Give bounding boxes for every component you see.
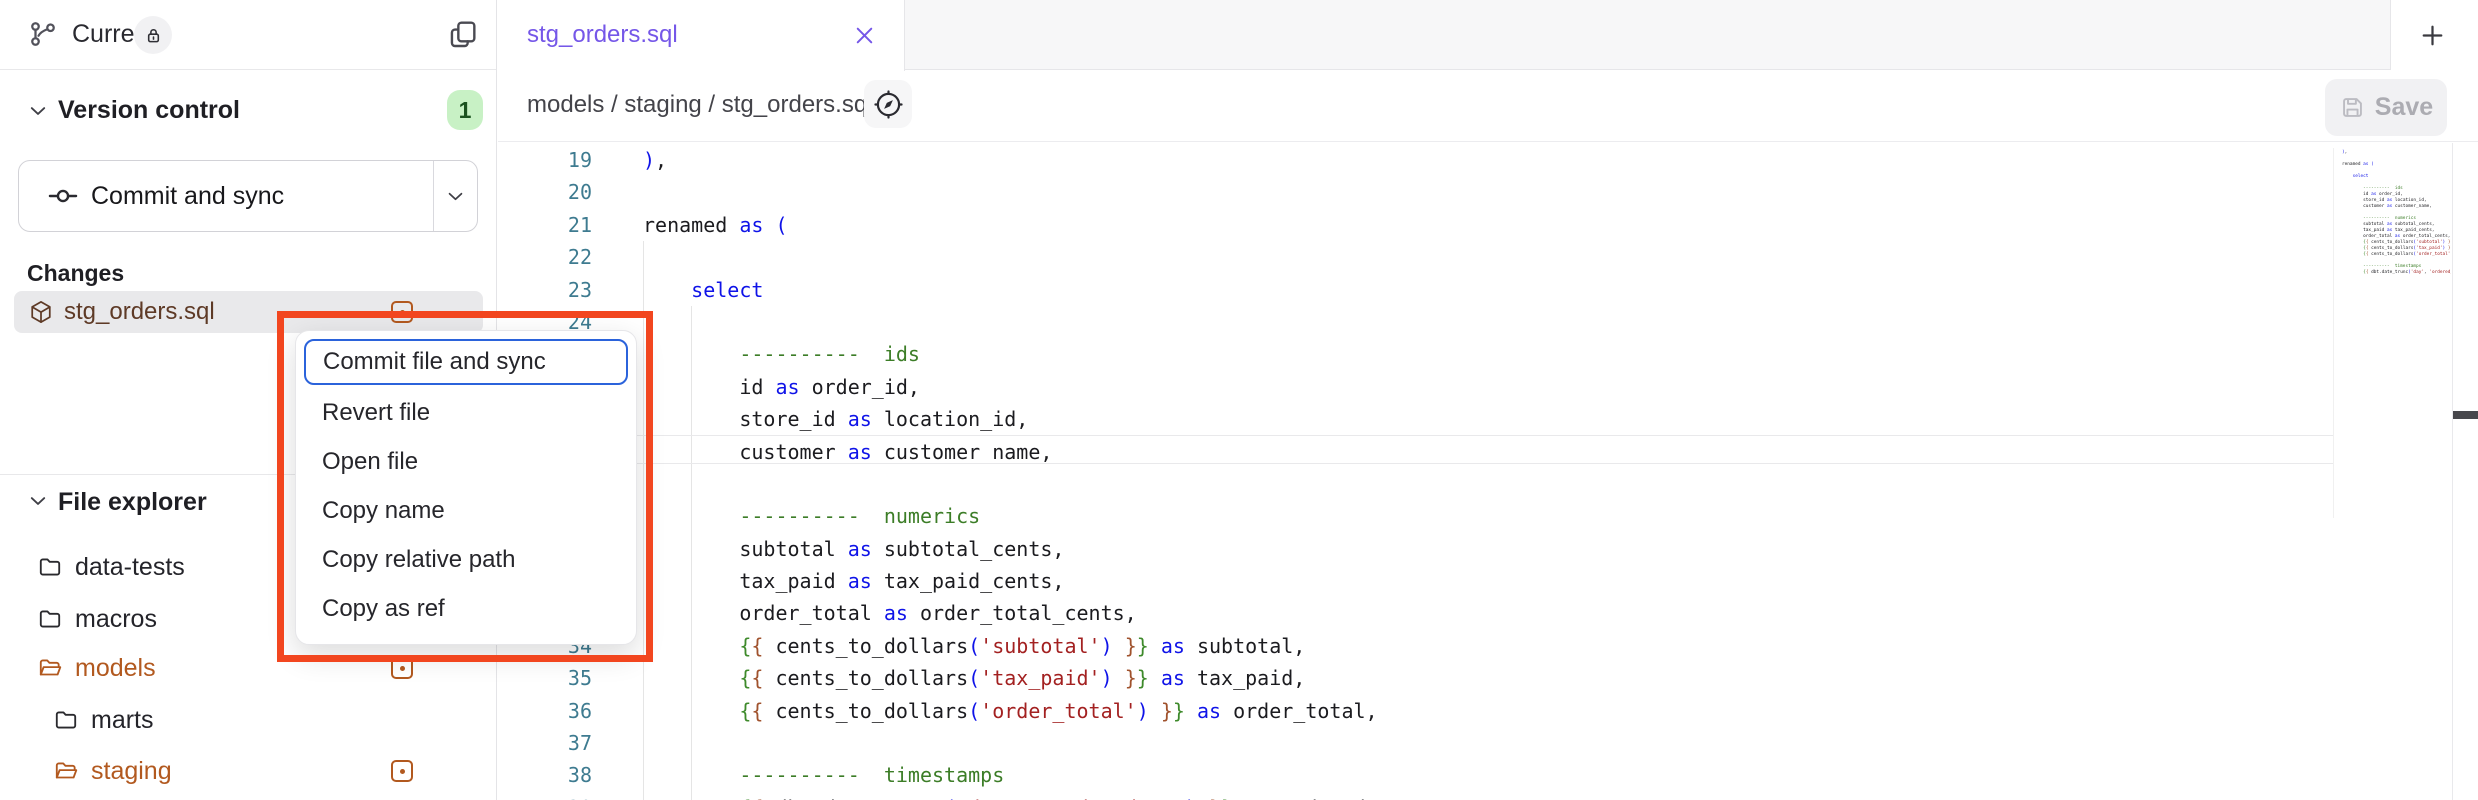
code-line-27: 27 store_id as location_id, (498, 403, 2478, 435)
save-button[interactable]: Save (2325, 79, 2447, 136)
file-explorer-chevron-icon[interactable] (28, 491, 48, 511)
modified-indicator-badge (391, 657, 413, 679)
tab-stg-orders[interactable]: stg_orders.sql (498, 0, 905, 71)
folder-closed-icon (37, 606, 63, 632)
commit-button-label: Commit and sync (91, 182, 284, 211)
code-line-25: 25 ---------- ids (498, 338, 2478, 370)
menu-item-copy-relative-path[interactable]: Copy relative path (296, 535, 636, 584)
menu-item-commit-file-and-sync[interactable]: Commit file and sync (304, 339, 628, 385)
file-explorer-title[interactable]: File explorer (58, 488, 207, 517)
read-only-lock-badge (134, 16, 172, 54)
code-line-22: 22 (498, 241, 2478, 273)
folder-closed-icon (53, 707, 79, 733)
code-line-30: 30 ---------- numerics (498, 500, 2478, 532)
git-commit-icon (47, 180, 79, 212)
menu-item-open-file[interactable]: Open file (296, 437, 636, 486)
branch-header: Current (0, 0, 496, 70)
line-number: 22 (498, 241, 592, 273)
code-line-21: 21renamed as ( (498, 209, 2478, 241)
code-line-34: 34 {{ cents_to_dollars('subtotal') }} as… (498, 630, 2478, 662)
code-line-38: 38 ---------- timestamps (498, 759, 2478, 791)
version-control-title[interactable]: Version control (58, 96, 240, 125)
changed-file-row[interactable]: stg_orders.sql (14, 291, 483, 333)
changed-file-name: stg_orders.sql (64, 298, 215, 326)
overview-ruler (2452, 143, 2478, 800)
explorer-item-label: models (75, 654, 156, 683)
code-editor-surface[interactable]: 19),20 21renamed as (22 23 select24 25 -… (498, 143, 2478, 800)
code-line-26: 26 id as order_id, (498, 371, 2478, 403)
new-tab-button[interactable] (2419, 22, 2446, 49)
menu-item-copy-as-ref[interactable]: Copy as ref (296, 584, 636, 633)
lineage-compass-button[interactable] (864, 80, 912, 128)
line-number: 36 (498, 695, 592, 727)
code-line-37: 37 (498, 727, 2478, 759)
save-button-label: Save (2375, 93, 2433, 122)
line-number: 23 (498, 274, 592, 306)
tab-close-icon[interactable] (852, 23, 877, 48)
explorer-item-models[interactable]: models (0, 646, 496, 690)
line-number: 19 (498, 144, 592, 176)
explorer-item-label: marts (91, 706, 154, 735)
version-control-chevron-icon[interactable] (28, 101, 48, 121)
code-line-23: 23 select (498, 274, 2478, 306)
context-menu: Commit file and syncRevert fileOpen file… (295, 330, 637, 645)
modified-indicator-badge (391, 301, 413, 323)
line-number: 35 (498, 662, 592, 694)
menu-item-revert-file[interactable]: Revert file (296, 388, 636, 437)
explorer-item-staging[interactable]: staging (0, 749, 496, 793)
commit-and-sync-button[interactable]: Commit and sync (18, 160, 478, 232)
line-number: 38 (498, 759, 592, 791)
line-number: 37 (498, 727, 592, 759)
tab-bar-divider (2390, 0, 2391, 70)
code-line-29: 29 (498, 468, 2478, 500)
line-number: 21 (498, 209, 592, 241)
code-line-32: 32 tax_paid as tax_paid_cents, (498, 565, 2478, 597)
modified-indicator-badge (391, 760, 413, 782)
copy-branch-icon[interactable] (447, 18, 479, 50)
breadcrumb: models / staging / stg_orders.sql (527, 91, 873, 119)
folder-open-icon (53, 758, 79, 784)
code-line-35: 35 {{ cents_to_dollars('tax_paid') }} as… (498, 662, 2478, 694)
code-line-20: 20 (498, 176, 2478, 208)
code-line-31: 31 subtotal as subtotal_cents, (498, 533, 2478, 565)
code-line-28: 28 customer as customer_name, (498, 436, 2478, 468)
line-number: 20 (498, 176, 592, 208)
explorer-item-marts[interactable]: marts (0, 698, 496, 742)
folder-closed-icon (37, 554, 63, 580)
editor: stg_orders.sql models / staging / stg_or… (498, 0, 2478, 800)
line-number: 39 (498, 792, 592, 800)
code-line-39: {{ dbt.date_trunc('day', 'ordered_at') }… (2342, 270, 2451, 276)
menu-item-copy-name[interactable]: Copy name (296, 486, 636, 535)
changes-count-badge: 1 (447, 90, 483, 130)
code-line-33: 33 order_total as order_total_cents, (498, 597, 2478, 629)
explorer-item-label: macros (75, 605, 157, 634)
code-lines: 19),20 21renamed as (22 23 select24 25 -… (498, 144, 2478, 800)
code-line-24: 24 (498, 306, 2478, 338)
changes-section-label: Changes (27, 260, 124, 287)
tab-title: stg_orders.sql (527, 21, 678, 49)
minimap[interactable]: ), renamed as ( select ---------- ids id… (2333, 148, 2451, 518)
code-line-36: 36 {{ cents_to_dollars('order_total') }}… (498, 695, 2478, 727)
git-branch-icon (28, 19, 58, 49)
code-line-19: 19), (498, 144, 2478, 176)
explorer-item-label: data-tests (75, 553, 185, 582)
overview-ruler-cursor-marker (2453, 411, 2478, 419)
model-cube-icon (28, 299, 54, 325)
commit-options-dropdown[interactable] (433, 161, 477, 231)
explorer-item-label: staging (91, 757, 172, 786)
editor-header: models / staging / stg_orders.sql Save (498, 71, 2478, 142)
code-line-39: 39 {{ dbt.date_trunc('day', 'ordered_at'… (498, 792, 2478, 800)
folder-open-icon (37, 655, 63, 681)
app-root: Current Version control 1 Commit and syn… (0, 0, 2478, 800)
tab-bar: stg_orders.sql (498, 0, 2478, 70)
